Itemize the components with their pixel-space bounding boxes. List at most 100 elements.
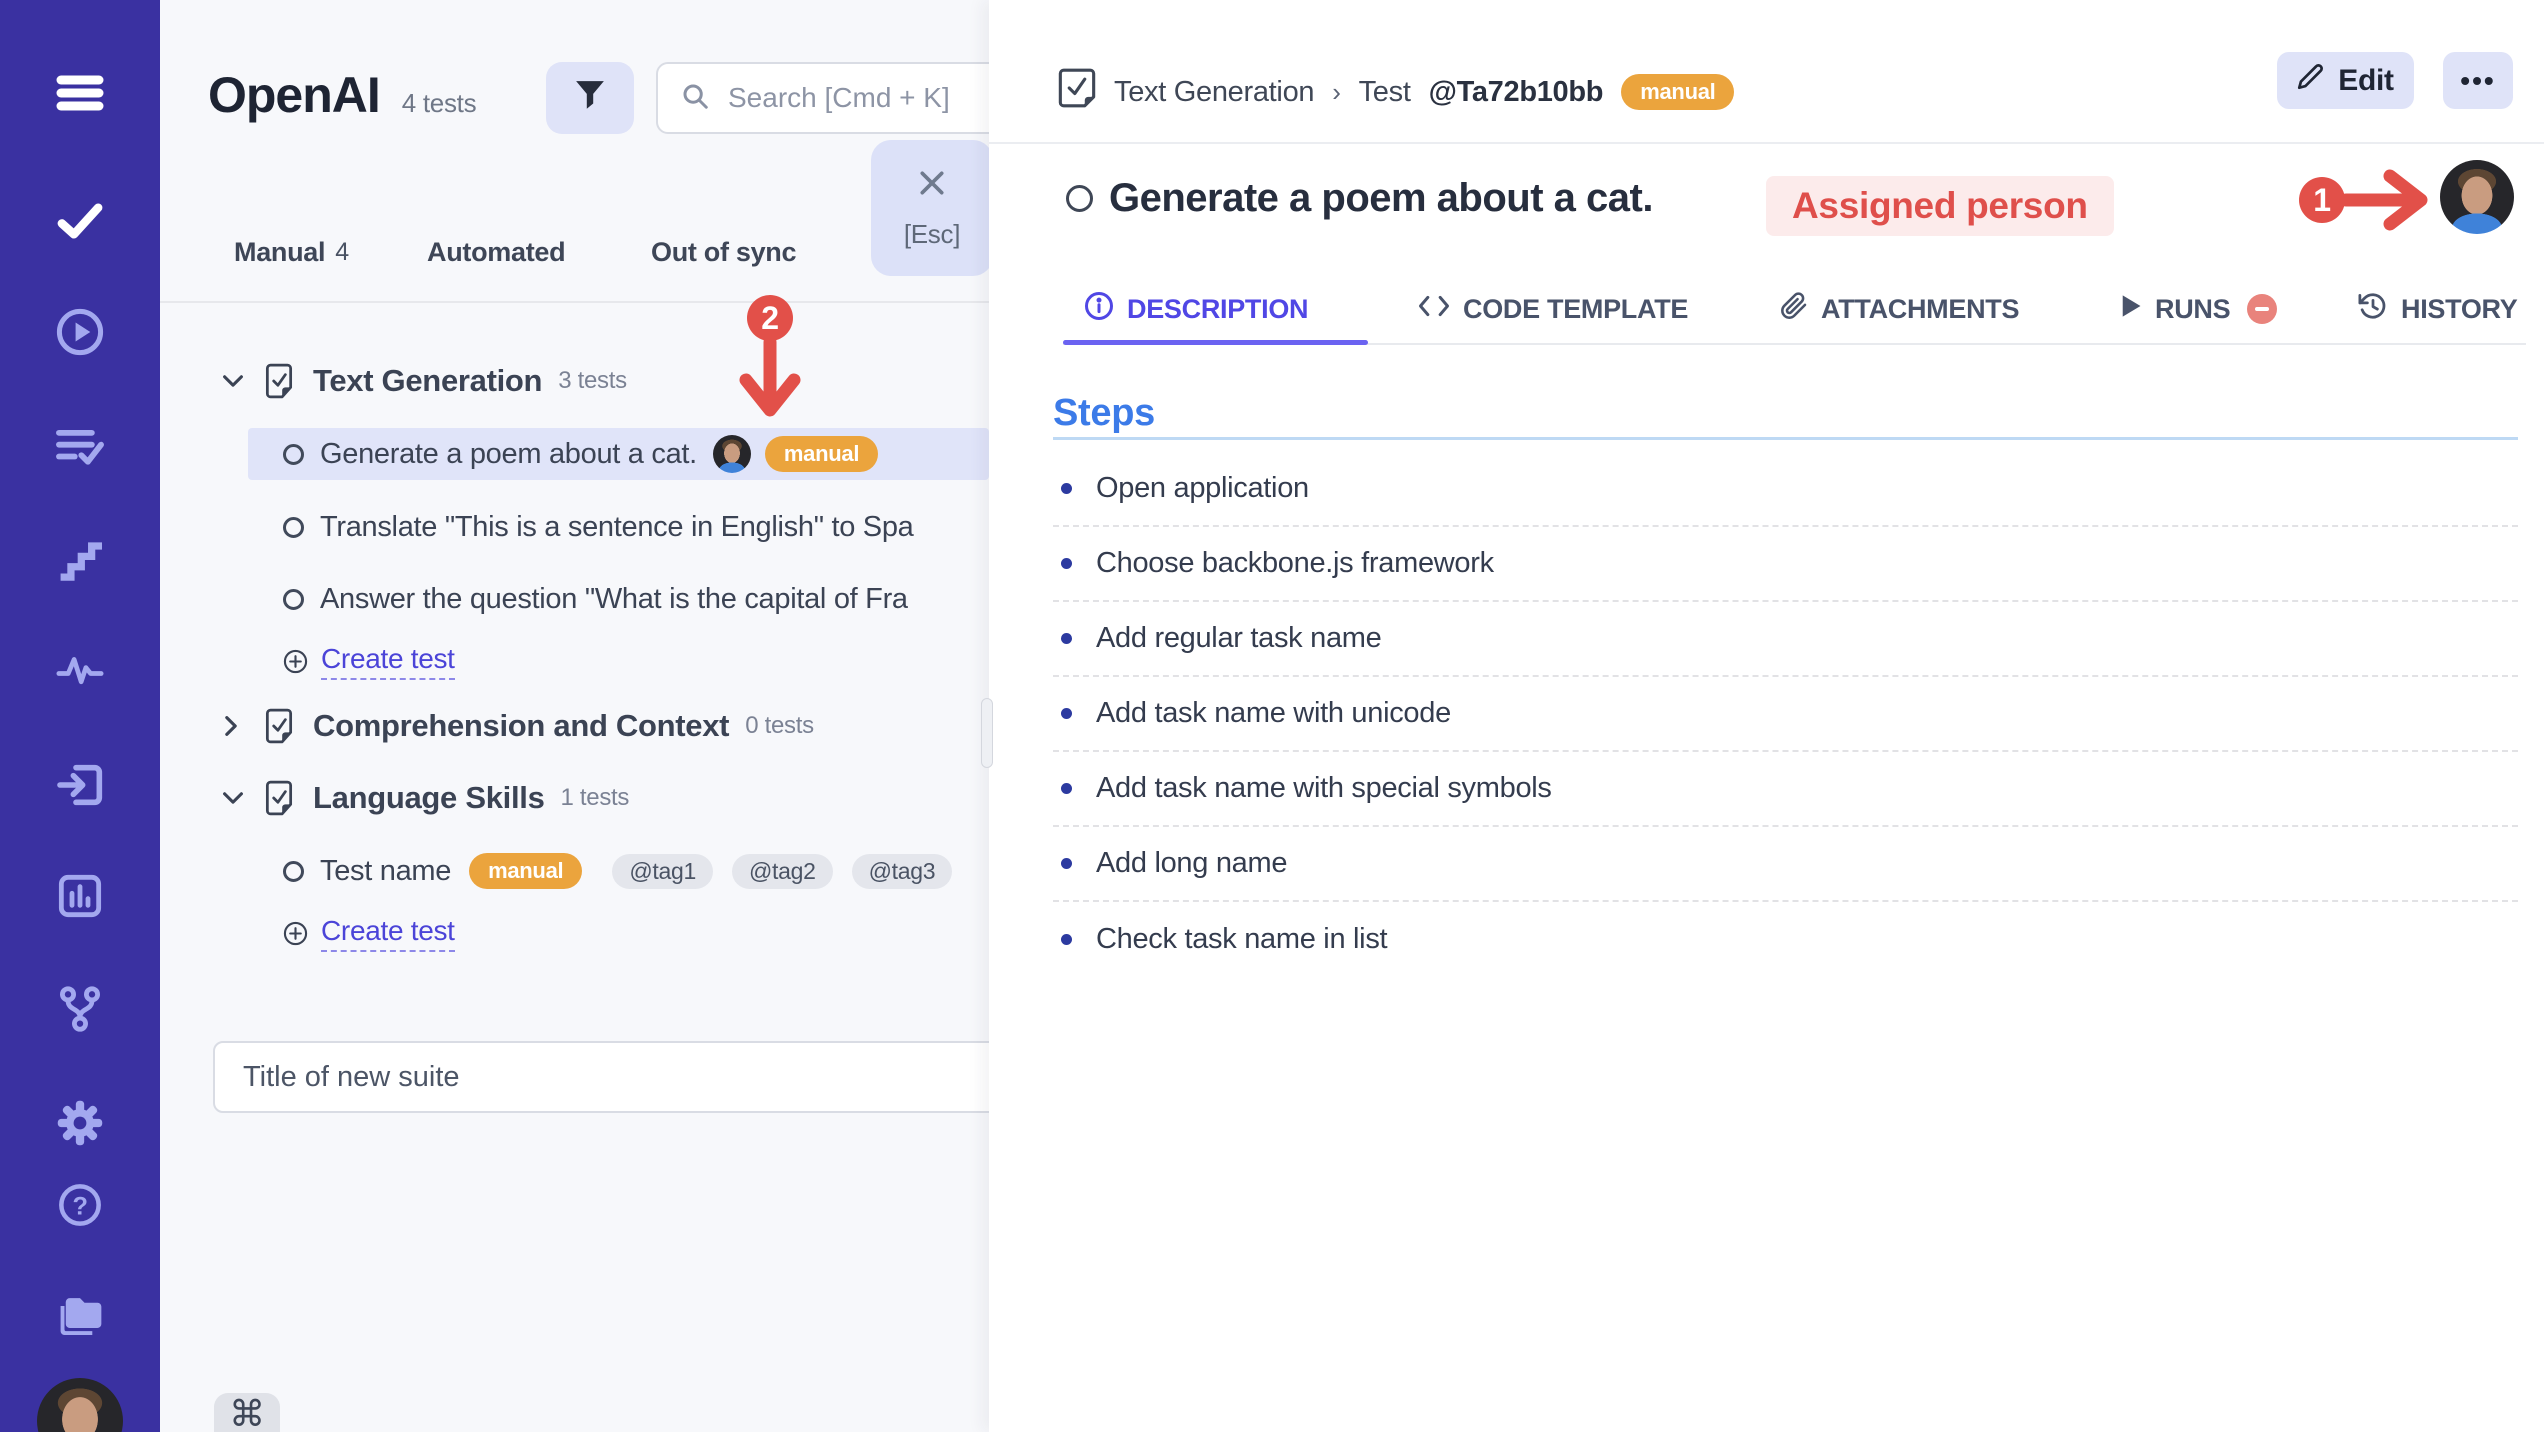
step-item: Add task name with special symbols	[1053, 752, 2518, 827]
tab-automated[interactable]: Automated	[427, 222, 565, 282]
search-box[interactable]	[656, 62, 989, 134]
step-item: Add task name with unicode	[1053, 677, 2518, 752]
test-status-circle-icon	[283, 444, 304, 465]
sign-in-icon[interactable]	[52, 757, 108, 813]
create-test-link[interactable]: Create test	[321, 915, 455, 952]
create-test-row[interactable]: Create test	[160, 909, 989, 957]
code-icon	[1418, 293, 1450, 326]
step-item: Open application	[1053, 452, 2518, 527]
manual-badge: manual	[1621, 74, 1734, 110]
test-row-answer[interactable]: Answer the question "What is the capital…	[160, 573, 989, 625]
tag-chip[interactable]: @tag3	[852, 854, 953, 889]
test-row-test-name[interactable]: Test name manual @tag1 @tag2 @tag3	[160, 845, 989, 897]
detail-tabs: DESCRIPTION CODE TEMPLATE ATTACHMENTS RU…	[989, 280, 2544, 338]
search-dismiss-popover[interactable]: [Esc]	[871, 140, 989, 276]
project-tests-count: 4 tests	[402, 88, 477, 119]
steps-heading-rule	[1053, 437, 2518, 440]
suite-doc-check-icon	[263, 708, 297, 744]
suite-name: Text Generation	[313, 363, 542, 399]
assignee-avatar[interactable]	[2440, 160, 2514, 234]
test-title-row: Generate a poem about a cat.	[1066, 170, 1653, 226]
suite-name: Comprehension and Context	[313, 708, 729, 744]
branches-icon[interactable]	[52, 981, 108, 1037]
suite-count: 3 tests	[558, 367, 627, 395]
tab-out-of-sync[interactable]: Out of sync	[651, 222, 796, 282]
tabs-divider	[160, 301, 989, 303]
tab-description[interactable]: DESCRIPTION	[1084, 280, 1308, 338]
test-plans-icon[interactable]	[52, 418, 108, 474]
breadcrumb: Text Generation › Test @Ta72b10bb manual	[1058, 68, 1734, 116]
chevron-right-icon[interactable]	[222, 715, 246, 737]
suite-count: 0 tests	[745, 712, 814, 740]
plus-circle-icon	[283, 921, 308, 946]
test-status-circle-icon	[283, 861, 304, 882]
suite-row-text-generation[interactable]: Text Generation 3 tests	[160, 349, 989, 413]
test-tree: Text Generation 3 tests Generate a poem …	[160, 330, 989, 957]
create-test-link[interactable]: Create test	[321, 643, 455, 680]
manual-badge: manual	[469, 853, 582, 889]
breadcrumb-test-prefix: Test	[1359, 76, 1411, 109]
help-icon[interactable]: ?	[52, 1177, 108, 1233]
suite-name: Language Skills	[313, 780, 545, 816]
runs-play-icon[interactable]	[52, 304, 108, 360]
user-avatar[interactable]	[37, 1378, 123, 1432]
chevron-down-icon[interactable]	[222, 372, 246, 390]
steps-icon[interactable]	[52, 531, 108, 587]
tag-chip[interactable]: @tag1	[612, 854, 713, 889]
header-divider	[989, 142, 2544, 144]
breadcrumb-test-id: @Ta72b10bb	[1429, 76, 1604, 109]
search-input[interactable]	[726, 81, 989, 115]
reports-icon[interactable]	[52, 868, 108, 924]
menu-icon[interactable]	[52, 65, 108, 121]
assigned-person-annotation: Assigned person	[1766, 176, 2114, 236]
plus-circle-icon	[283, 649, 308, 674]
bullet-icon	[1061, 558, 1072, 569]
test-row-generate-poem[interactable]: Generate a poem about a cat. manual	[248, 428, 989, 480]
tab-code-template[interactable]: CODE TEMPLATE	[1418, 280, 1688, 338]
tag-chip[interactable]: @tag2	[732, 854, 833, 889]
suite-doc-check-icon	[263, 363, 297, 399]
task-check-icon	[1058, 68, 1096, 116]
svg-text:?: ?	[72, 1192, 87, 1220]
pulse-icon[interactable]	[52, 642, 108, 698]
edit-button[interactable]: Edit	[2277, 52, 2414, 109]
settings-gear-icon[interactable]	[52, 1095, 108, 1151]
bullet-icon	[1061, 708, 1072, 719]
tab-manual[interactable]: Manual 4	[234, 222, 349, 282]
active-tab-underline	[1063, 340, 1368, 345]
chevron-down-icon[interactable]	[222, 789, 246, 807]
suite-filter-tabs: Manual 4 Automated Out of sync	[160, 222, 989, 282]
bullet-icon	[1061, 783, 1072, 794]
tab-history[interactable]: HISTORY	[2358, 280, 2517, 338]
test-status-circle-icon	[1066, 185, 1093, 212]
panel-scrollbar-thumb[interactable]	[981, 698, 993, 768]
create-test-row[interactable]: Create test	[160, 637, 989, 685]
ellipsis-icon: •••	[2460, 65, 2495, 97]
bullet-icon	[1061, 858, 1072, 869]
bullet-icon	[1061, 934, 1072, 945]
assignee-avatar[interactable]	[713, 435, 751, 473]
steps-heading: Steps	[1053, 392, 1155, 435]
test-status-circle-icon	[283, 589, 304, 610]
suite-row-comprehension[interactable]: Comprehension and Context 0 tests	[160, 694, 989, 758]
test-status-circle-icon	[283, 517, 304, 538]
pencil-icon	[2297, 63, 2324, 98]
bullet-icon	[1061, 633, 1072, 644]
step-item: Choose backbone.js framework	[1053, 527, 2518, 602]
project-title: OpenAI	[208, 66, 380, 124]
command-key-button[interactable]: ⌘	[214, 1393, 280, 1432]
new-suite-title-input[interactable]	[213, 1041, 989, 1113]
suite-count: 1 tests	[561, 784, 630, 812]
suite-row-language-skills[interactable]: Language Skills 1 tests	[160, 766, 989, 830]
close-icon[interactable]	[915, 166, 949, 205]
more-actions-button[interactable]: •••	[2443, 52, 2513, 109]
tab-attachments[interactable]: ATTACHMENTS	[1780, 280, 2019, 338]
projects-folder-icon[interactable]	[52, 1287, 108, 1343]
tab-manual-count: 4	[335, 238, 349, 267]
test-row-translate[interactable]: Translate "This is a sentence in English…	[160, 501, 989, 553]
tab-runs[interactable]: RUNS	[2120, 280, 2277, 338]
suites-panel: OpenAI 4 tests [Esc] Manual 4	[160, 0, 989, 1432]
tests-check-icon[interactable]	[52, 193, 108, 249]
breadcrumb-suite[interactable]: Text Generation	[1114, 76, 1314, 109]
filter-button[interactable]	[546, 62, 634, 134]
